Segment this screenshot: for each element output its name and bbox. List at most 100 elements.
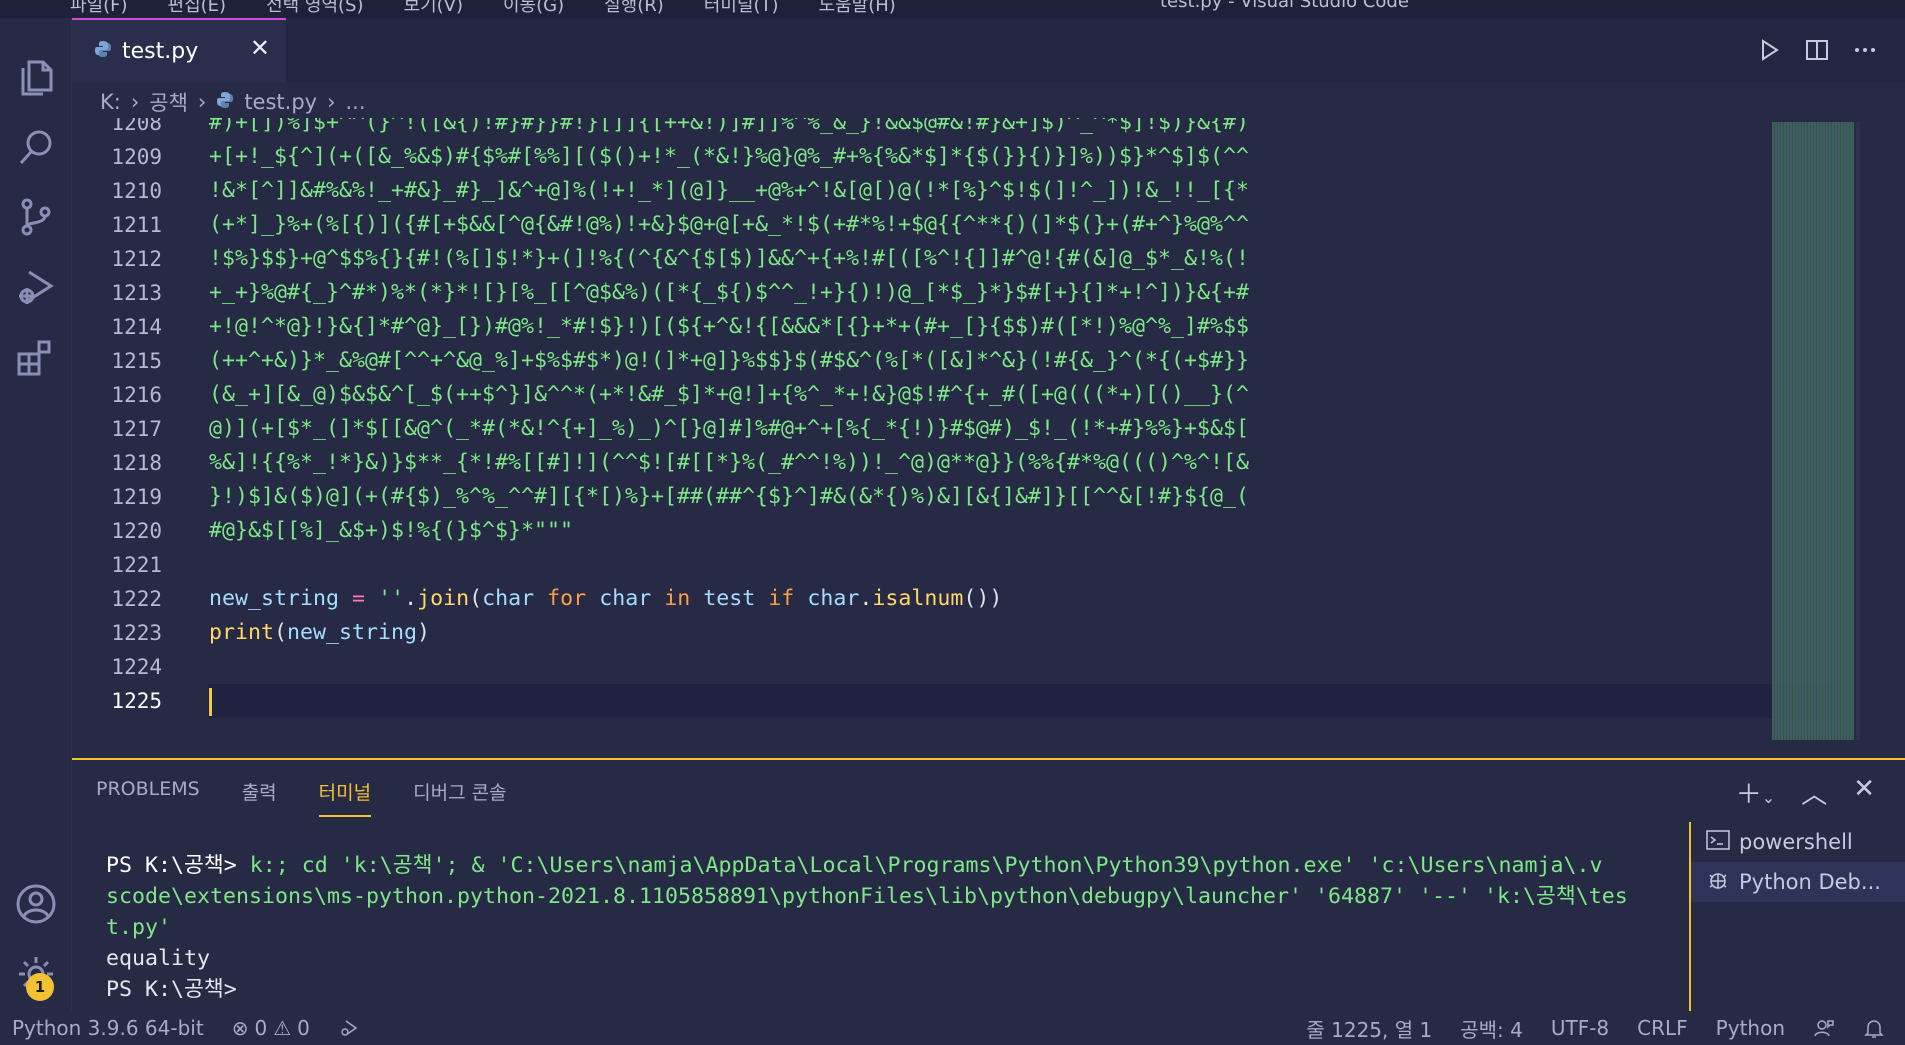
extensions-icon[interactable] <box>0 326 72 388</box>
line-number: 1213 <box>111 281 162 305</box>
code-text: (&_+][&_@)$&$&^[_$(++$^}]&^^*(+*!&#_$]*+… <box>209 382 1250 407</box>
panel-tabs: PROBLEMS 출력 터미널 디버그 콘솔 <box>96 778 507 817</box>
run-file-icon[interactable] <box>1755 36 1783 64</box>
line-number: 1214 <box>111 315 162 339</box>
line-number: 1212 <box>111 247 162 271</box>
end-of-line[interactable]: CRLF <box>1637 1016 1688 1040</box>
code-text: +_+}%@#{_}^#*)%*(*}*![}[%_[[^@$&%)([*{_$… <box>209 280 1250 305</box>
terminal-list: powershell Python Deb... <box>1689 822 1905 1012</box>
encoding[interactable]: UTF-8 <box>1551 1016 1609 1040</box>
code-text: (++^+&)}*_&%@#[^^+^&@_%]+$%$#$*)@!(]*+@]… <box>209 348 1250 373</box>
maximize-panel-icon[interactable]: ︿ <box>1801 774 1827 811</box>
breadcrumb-more[interactable]: ... <box>345 90 365 114</box>
current-line-highlight <box>208 684 1834 718</box>
code-line: 1211 (+*]_}%+(%[{)]({#[+$&&[^@{&#!@%)!+&}… <box>72 208 1772 242</box>
tab-debug-console[interactable]: 디버그 콘솔 <box>413 778 506 817</box>
problems-indicator[interactable]: ⊗ 0 ⚠ 0 <box>232 1016 310 1040</box>
chevron-right-icon: › <box>197 90 207 114</box>
notifications-bell-icon[interactable] <box>1863 1017 1885 1039</box>
menu-terminal[interactable]: 터미널(T) <box>704 0 779 17</box>
breadcrumb: K: › 공책 › test.py › ... <box>100 86 366 118</box>
code-text: (+*]_}%+(%[{)]({#[+$&&[^@{&#!@%)!+&}$@+@… <box>209 212 1250 237</box>
terminal-output[interactable]: PS K:\공책> k:; cd 'k:\공책'; & 'C:\Users\na… <box>106 850 1722 1005</box>
code-text: #@}&$[[%]_&$+)$!%{(}$^$}*""" <box>209 518 574 543</box>
tab-label: test.py <box>122 38 199 64</box>
indentation[interactable]: 공백: 4 <box>1460 1014 1523 1043</box>
terminal-item-python-debug[interactable]: Python Deb... <box>1691 862 1905 902</box>
python-interpreter[interactable]: Python 3.9.6 64-bit <box>12 1016 204 1040</box>
line-number: 1222 <box>111 587 162 611</box>
tab-output[interactable]: 출력 <box>242 778 277 817</box>
line-number: 1209 <box>111 145 162 169</box>
more-actions-icon[interactable] <box>1851 36 1879 64</box>
menu-run[interactable]: 실행(R) <box>604 0 664 17</box>
breadcrumb-file[interactable]: test.py <box>244 90 317 114</box>
code-line: 1220 #@}&$[[%]_&$+)$!%{(}$^$}*""" <box>72 514 1772 548</box>
breadcrumb-folder[interactable]: 공책 <box>149 87 188 117</box>
terminal-item-powershell[interactable]: powershell <box>1691 822 1905 862</box>
status-bar: Python 3.9.6 64-bit ⊗ 0 ⚠ 0 줄 1225, 열 1 … <box>0 1011 1905 1045</box>
editor-scrollbar[interactable] <box>1856 122 1860 740</box>
source-control-icon[interactable] <box>0 186 72 248</box>
menu-help[interactable]: 도움말(H) <box>819 0 896 17</box>
code-line: 1216 (&_+][&_@)$&$&^[_$(++$^}]&^^*(+*!&#_… <box>72 378 1772 412</box>
menu-file[interactable]: 파일(F) <box>70 0 128 17</box>
code-line: 1217 @)](+[$*_(]*$[[&@^(_*#(*&!^{+]_%)_)^… <box>72 412 1772 446</box>
menu-bar: 파일(F) 편집(E) 선택 영역(S) 보기(V) 이동(G) 실행(R) 터… <box>70 0 896 17</box>
feedback-icon[interactable] <box>1813 1017 1835 1039</box>
code-text: !&*[^]]&#%&%!_+#&}_#}_]&^+@]%(!+!_*](@]}… <box>209 178 1250 203</box>
code-editor[interactable]: 1208 #)+[])%]$+^^(}^!([&{)!#}#}}#!}[]]{[+… <box>72 118 1905 758</box>
tab-close-icon[interactable]: ✕ <box>250 34 270 62</box>
code-text: #)+[])%]$+^^(}^!([&{)!#}#}}#!}[]]{[++&!)… <box>209 118 1250 135</box>
breadcrumb-drive[interactable]: K: <box>100 90 121 114</box>
tab-problems[interactable]: PROBLEMS <box>96 778 200 817</box>
terminal-line: t.py' <box>106 915 172 940</box>
line-number: 1224 <box>111 655 162 679</box>
code-text: +!@!^*@}!}&{]*#^@}_[})#@%!_*#!$}!)[(${+^… <box>209 314 1250 339</box>
window-title: test.py - Visual Studio Code <box>1160 0 1409 12</box>
line-number: 1219 <box>111 485 162 509</box>
python-file-icon <box>216 90 234 114</box>
code-text: print(new_string) <box>209 620 431 645</box>
terminal-item-label: powershell <box>1739 830 1853 854</box>
line-number: 1215 <box>111 349 162 373</box>
menu-go[interactable]: 이동(G) <box>503 0 564 17</box>
cursor-position[interactable]: 줄 1225, 열 1 <box>1306 1014 1432 1043</box>
terminal-command: k:; cd 'k:\공책'; & 'C:\Users\namja\AppDat… <box>249 853 1603 878</box>
code-text: @)](+[$*_(]*$[[&@^(_*#(*&!^{+]_%)_)^[}@]… <box>209 416 1250 441</box>
menu-view[interactable]: 보기(V) <box>404 0 463 17</box>
minimap[interactable] <box>1772 122 1854 740</box>
explorer-icon[interactable] <box>0 46 72 108</box>
code-line: 1222 new_string = ''.join(char for char i… <box>72 582 1772 616</box>
chevron-right-icon: › <box>327 90 336 114</box>
run-debug-icon[interactable] <box>0 256 72 318</box>
close-panel-icon[interactable]: ✕ <box>1853 774 1875 811</box>
code-text: %&]!{{%*_!*}&)}$**_{*!#%[[#]!](^^$![#[[*… <box>209 450 1250 475</box>
menu-edit[interactable]: 편집(E) <box>168 0 227 17</box>
line-number: 1210 <box>111 179 162 203</box>
debug-status-icon[interactable] <box>338 1017 360 1039</box>
manage-gear-icon[interactable]: 1 <box>0 943 72 1005</box>
code-text: new_string = ''.join(char for char in te… <box>209 586 1003 611</box>
code-line: 1212 !$%}$$}+@^$$%{}{#!(%[]$!*}+(]!%{(^{&… <box>72 242 1772 276</box>
new-terminal-icon[interactable]: ＋⌄ <box>1736 774 1775 811</box>
search-icon[interactable] <box>0 116 72 178</box>
tab-terminal[interactable]: 터미널 <box>318 778 372 817</box>
line-number: 1217 <box>111 417 162 441</box>
code-line: 1215 (++^+&)}*_&%@#[^^+^&@_%]+$%$#$*)@!(]… <box>72 344 1772 378</box>
code-line: 1213 +_+}%@#{_}^#*)%*(*}*![}[%_[[^@$&%)([… <box>72 276 1772 310</box>
code-text: +[+!_${^](+([&_%&$)#{$%#[%%][($()+!*_(*&… <box>209 144 1250 169</box>
code-line-current: 1225 <box>72 684 1834 718</box>
language-mode[interactable]: Python <box>1716 1016 1785 1040</box>
line-number: 1225 <box>111 689 162 713</box>
notification-badge: 1 <box>26 973 54 1001</box>
tab-test-py[interactable]: test.py ✕ <box>72 18 286 82</box>
menu-selection[interactable]: 선택 영역(S) <box>266 0 363 17</box>
chevron-right-icon: › <box>130 90 140 114</box>
editor-tab-bar: test.py ✕ <box>72 18 1905 82</box>
line-number: 1216 <box>111 383 162 407</box>
account-icon[interactable] <box>0 873 72 935</box>
split-editor-icon[interactable] <box>1803 36 1831 64</box>
debug-icon <box>1705 867 1731 898</box>
title-bar: 파일(F) 편집(E) 선택 영역(S) 보기(V) 이동(G) 실행(R) 터… <box>0 0 1905 18</box>
